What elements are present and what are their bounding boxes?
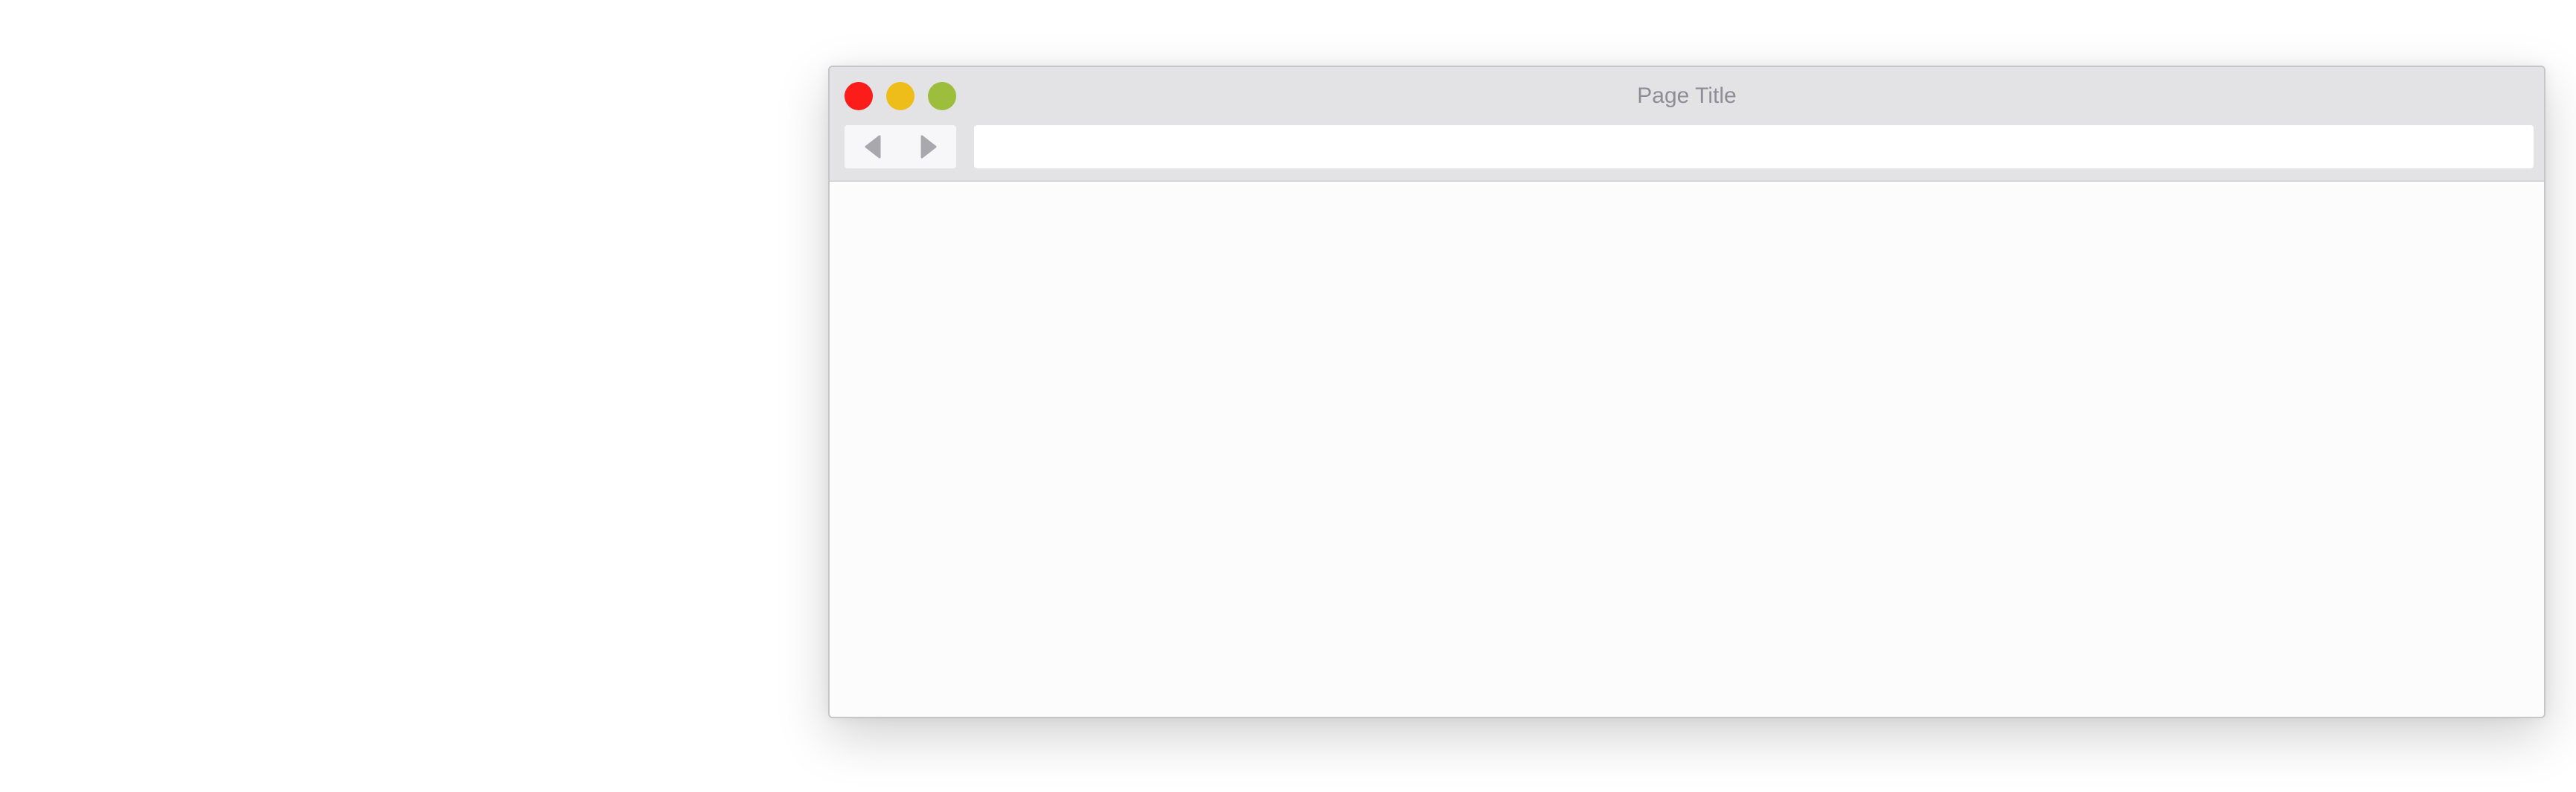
back-button[interactable] — [845, 125, 900, 168]
page-content-area[interactable] — [830, 182, 2544, 717]
window-title: Page Title — [1637, 83, 1737, 108]
navigation-buttons — [845, 125, 956, 168]
title-bar: Page Title — [830, 67, 2544, 124]
forward-button[interactable] — [900, 125, 956, 168]
forward-arrow-icon — [920, 135, 936, 159]
address-bar-input[interactable] — [974, 125, 2534, 168]
browser-toolbar — [830, 124, 2544, 182]
browser-window: Page Title — [828, 66, 2545, 718]
back-arrow-icon — [865, 135, 880, 159]
